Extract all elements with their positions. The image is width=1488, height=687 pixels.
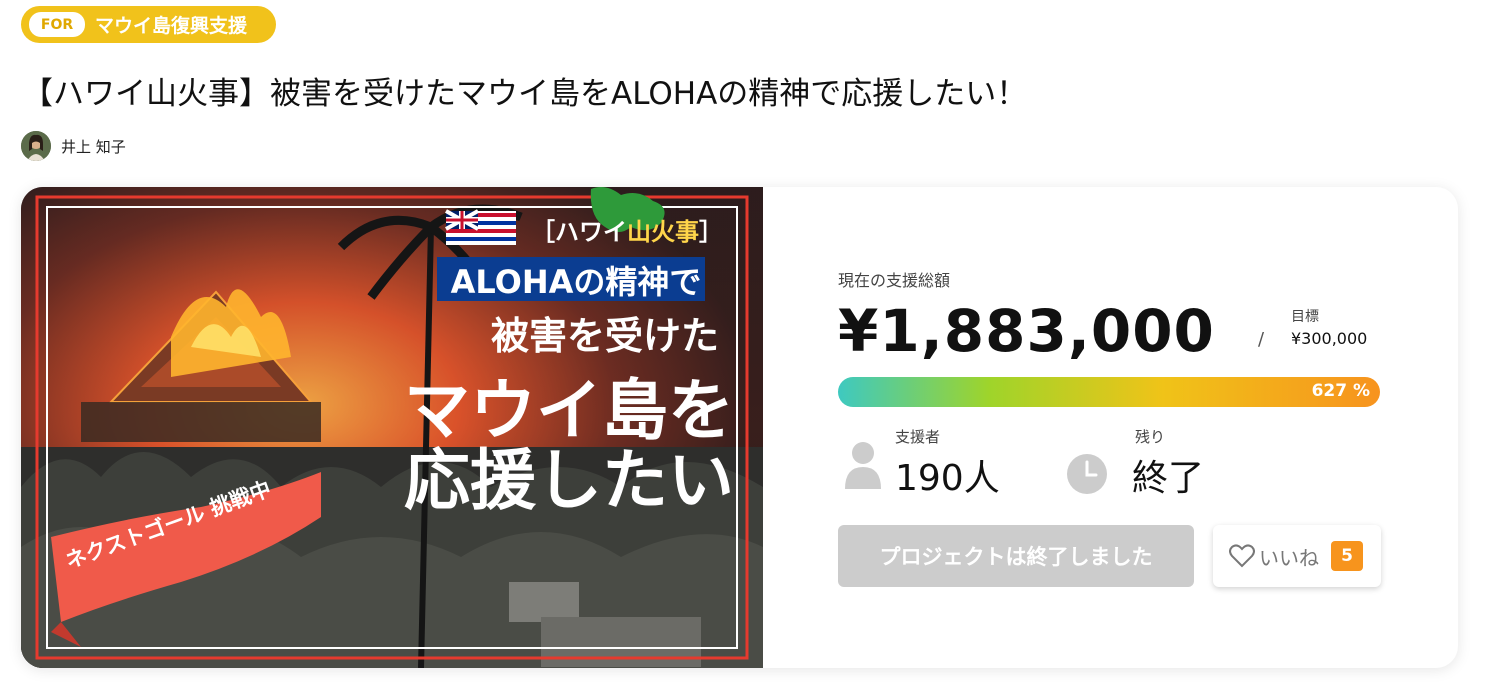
funding-info: 現在の支援総額 ¥1,883,000 / 目標 ¥300,000 627 % 支… <box>838 187 1398 668</box>
hero-line-damage: 被害を受けた <box>491 314 720 358</box>
current-amount: ¥1,883,000 <box>838 297 1215 365</box>
avatar <box>21 131 51 161</box>
progress-bar: 627 % <box>838 377 1380 407</box>
supporters-icon <box>845 442 881 489</box>
progress-percent: 627 % <box>1311 381 1370 401</box>
hero-tag-highlight: 山火事 <box>627 218 699 246</box>
goal-amount: ¥300,000 <box>1291 329 1368 348</box>
goal-label: 目標 <box>1291 309 1319 325</box>
hero-tag-bracket-close: ］ <box>699 218 723 246</box>
project-card: ［ハワイ山火事］ ALOHAの精神で 被害を受けた マウイ島を 応援したい ネク… <box>21 187 1458 668</box>
page-title: 【ハワイ山火事】被害を受けたマウイ島をALOHAの精神で応援したい！ <box>22 76 1028 112</box>
hero-tag-bracket-open: ［ <box>531 218 555 246</box>
hero-line-support: 応援したい <box>404 442 734 519</box>
badge-category-text: マウイ島復興支援 <box>95 15 248 37</box>
author-name: 井上 知子 <box>61 137 126 156</box>
remaining-value: 終了 <box>1132 458 1205 499</box>
like-count-badge: 5 <box>1331 541 1363 571</box>
supporters-count: 190人 <box>895 458 1000 499</box>
hero-tag: ［ハワイ山火事］ <box>531 212 723 247</box>
heart-icon <box>1229 544 1255 568</box>
goal-separator: / <box>1258 329 1265 350</box>
clock-icon <box>1067 454 1107 494</box>
hero-image: ［ハワイ山火事］ ALOHAの精神で 被害を受けた マウイ島を 応援したい ネク… <box>21 187 763 668</box>
badge-for-label: FOR <box>29 12 85 37</box>
like-label: いいね <box>1259 545 1319 570</box>
hero-line-aloha: ALOHAの精神で <box>450 263 702 301</box>
hero-tag-text: ハワイ <box>555 218 627 246</box>
supporters-label: 支援者 <box>895 428 941 446</box>
remaining-label: 残り <box>1135 428 1166 446</box>
category-badge[interactable]: FOR マウイ島復興支援 <box>21 6 276 43</box>
current-amount-label: 現在の支援総額 <box>838 271 951 290</box>
author[interactable]: 井上 知子 <box>21 131 126 161</box>
project-ended-button[interactable]: プロジェクトは終了しました <box>838 525 1194 587</box>
hawaii-flag-icon <box>445 209 516 245</box>
like-button[interactable]: いいね 5 <box>1213 525 1381 587</box>
